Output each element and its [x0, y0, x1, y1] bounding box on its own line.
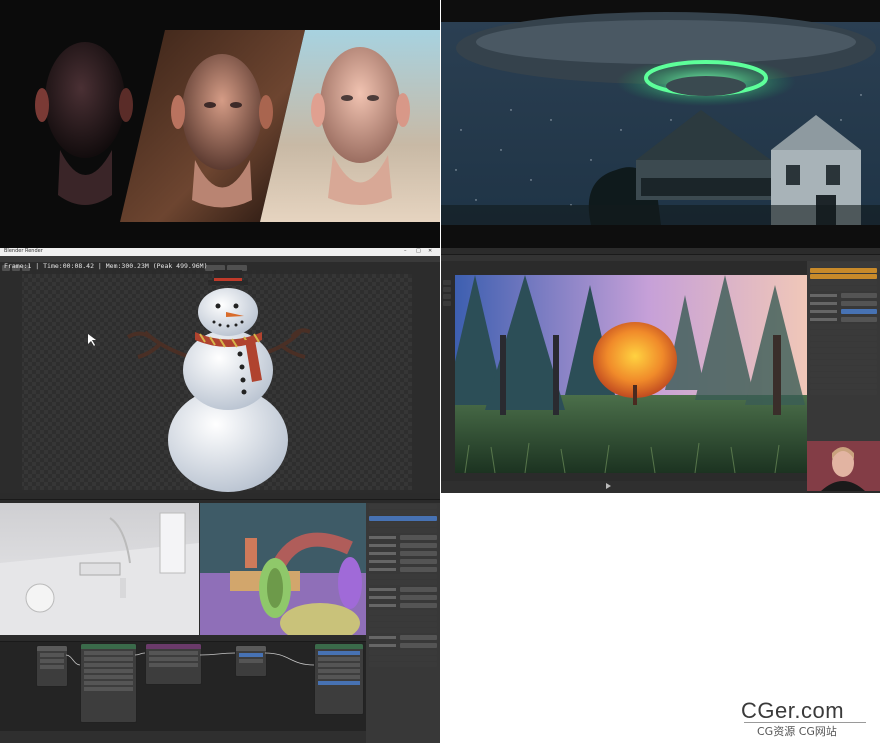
snowman-render-window: Blender Render – □ ✕ Frame:1 | Time:00:0…: [0, 248, 440, 493]
window-title-bar: Blender Render – □ ✕: [0, 248, 440, 256]
timeline-bar: [441, 481, 807, 493]
render-viewport[interactable]: [0, 262, 440, 493]
play-icon[interactable]: [606, 483, 611, 489]
shading-workspace-window: [0, 493, 440, 743]
close-icon[interactable]: ✕: [428, 248, 432, 254]
tool-shelf: [443, 278, 451, 378]
node-links: [65, 652, 315, 666]
forest-viewport[interactable]: [455, 275, 807, 473]
room-viewport[interactable]: [0, 503, 199, 635]
render-frame-info: Frame:1 | Time:00:08.42 | Mem:300.23M (P…: [4, 262, 208, 270]
material-viewport[interactable]: [200, 503, 366, 635]
forest-blender-window: [441, 248, 880, 493]
webcam-overlay: [807, 441, 880, 491]
minimize-icon[interactable]: –: [404, 248, 407, 254]
node-editor[interactable]: [0, 635, 366, 743]
viewport-header: [441, 255, 807, 261]
watermark-area: CGer.com CG资源 CG网站: [441, 493, 880, 743]
node-editor-timeline: [0, 731, 366, 743]
watermark-logo: CGer.com: [741, 698, 845, 723]
ufo-scene-image: [441, 0, 880, 248]
properties-panel: [807, 261, 880, 441]
heads-render-image: [0, 0, 440, 248]
shading-properties-panel: [366, 503, 440, 743]
top-menu-bar: [441, 248, 880, 255]
window-title: Blender Render: [4, 248, 43, 254]
workspace-tabs-bar: [0, 493, 440, 500]
maximize-icon[interactable]: □: [416, 248, 421, 254]
watermark-subtitle: CG资源 CG网站: [757, 725, 837, 738]
ufo-scene-panel: [441, 0, 880, 248]
heads-render-panel: [0, 0, 440, 248]
